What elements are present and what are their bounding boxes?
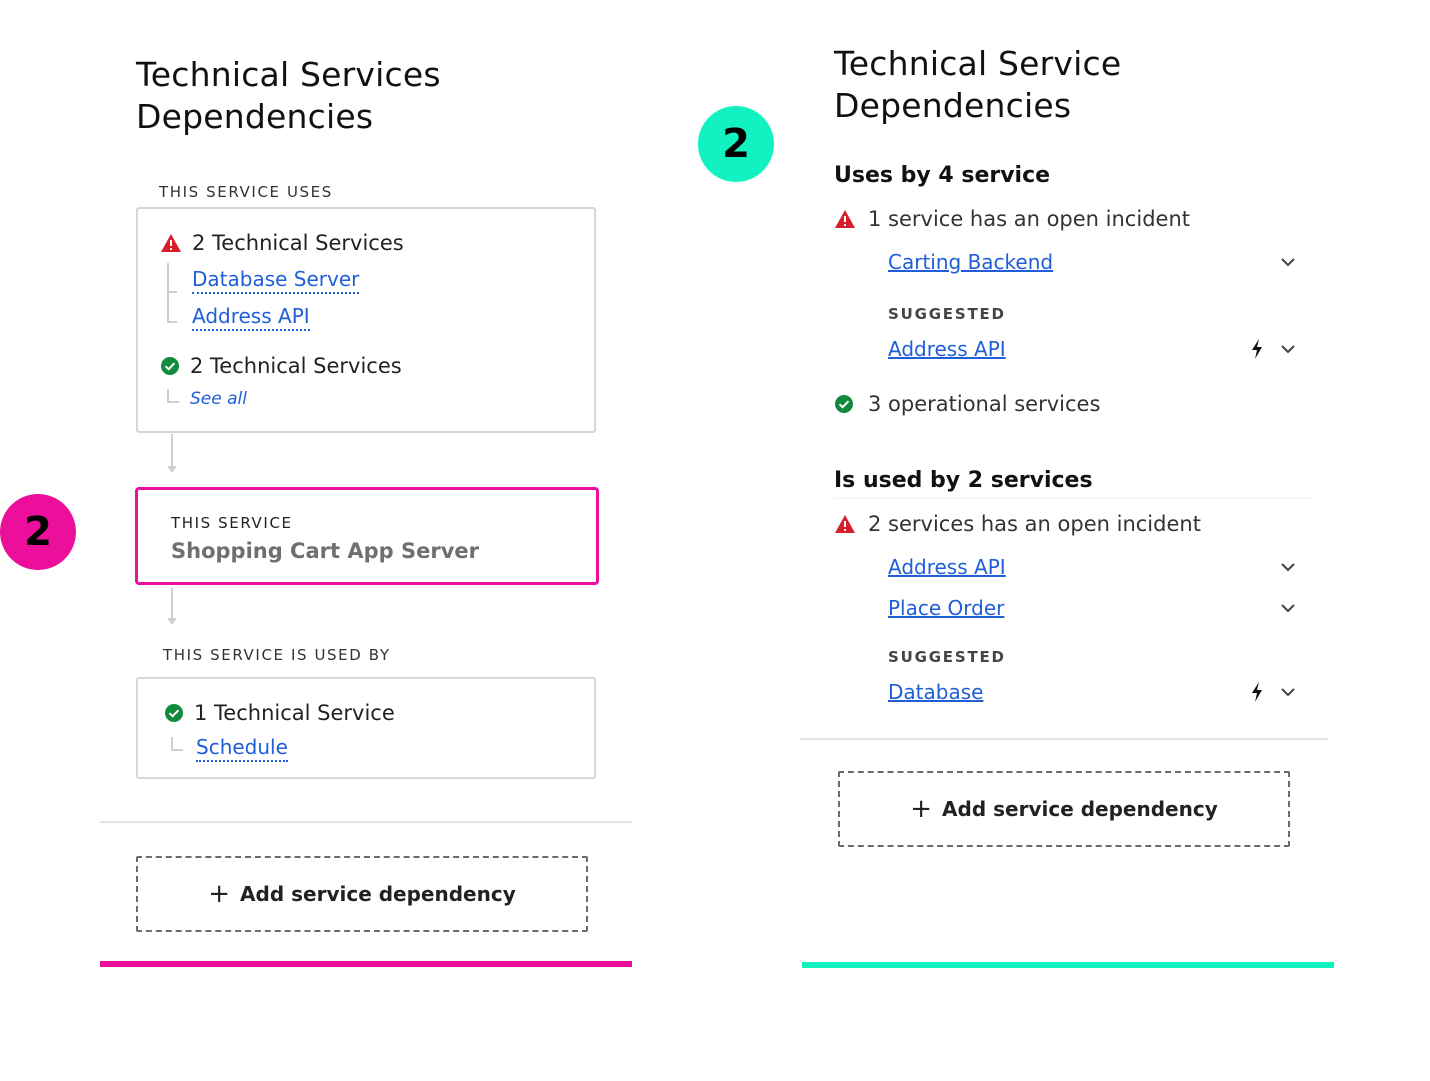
- dependency-row[interactable]: Carting Backend: [888, 250, 1298, 274]
- uses-incident-summary: 1 service has an open incident: [834, 207, 1190, 231]
- used-by-heading: Is used by 2 services: [834, 468, 1093, 493]
- used-by-incident-text: 2 services has an open incident: [868, 512, 1201, 536]
- warning-icon: [161, 234, 181, 252]
- chevron-down-icon[interactable]: [1278, 598, 1298, 618]
- used-by-box: 1 Technical Service Schedule: [136, 677, 596, 779]
- uses-group-operational: 2 Technical Services: [160, 354, 402, 378]
- lightning-icon: [1252, 339, 1262, 359]
- accent-bar: [100, 961, 632, 967]
- arrow-down-icon: [167, 618, 177, 625]
- left-badge-number: 2: [24, 509, 52, 555]
- right-annotation-badge: 2: [698, 106, 774, 182]
- left-title-line-2: Dependencies: [136, 97, 374, 136]
- uses-box: 2 Technical Services Database Server Add…: [136, 207, 596, 433]
- plus-icon: +: [910, 794, 933, 824]
- uses-group-incident: 2 Technical Services: [160, 231, 404, 255]
- right-title-line-1: Technical Service: [834, 44, 1122, 83]
- dependency-row[interactable]: Address API: [888, 555, 1298, 579]
- uses-incident-text: 1 service has an open incident: [868, 207, 1190, 231]
- tree-corner: [171, 737, 183, 751]
- suggested-row[interactable]: Address API: [888, 337, 1298, 361]
- divider: [800, 738, 1328, 740]
- link-database-server[interactable]: Database Server: [192, 267, 360, 294]
- chevron-down-icon[interactable]: [1278, 339, 1298, 359]
- uses-operational-summary: 3 operational services: [834, 392, 1100, 416]
- accent-bar: [802, 962, 1334, 968]
- uses-group-operational-label: 2 Technical Services: [190, 354, 402, 378]
- used-by-section-label: THIS SERVICE IS USED BY: [163, 646, 391, 664]
- arrow-down-icon: [167, 466, 177, 473]
- uses-section-label: THIS SERVICE USES: [159, 183, 333, 201]
- used-by-group-label: 1 Technical Service: [194, 701, 395, 725]
- check-circle-icon: [165, 704, 183, 722]
- used-by-incident-summary: 2 services has an open incident: [834, 512, 1201, 536]
- right-title-line-2: Dependencies: [834, 86, 1072, 125]
- uses-operational-text: 3 operational services: [868, 392, 1101, 416]
- check-circle-icon: [835, 395, 853, 413]
- check-circle-icon: [161, 357, 179, 375]
- lightning-icon: [1252, 682, 1262, 702]
- tree-corner: [167, 389, 179, 403]
- current-service-name: Shopping Cart App Server: [171, 539, 479, 563]
- chevron-down-icon[interactable]: [1278, 682, 1298, 702]
- divider: [100, 821, 632, 823]
- connector-line: [171, 434, 173, 468]
- link-address-api-suggested[interactable]: Address API: [888, 337, 1006, 361]
- suggested-row[interactable]: Database: [888, 680, 1298, 704]
- right-badge-number: 2: [722, 121, 750, 167]
- suggested-label: SUGGESTED: [888, 648, 1006, 666]
- current-service-label: THIS SERVICE: [171, 514, 293, 532]
- left-panel-title: Technical Services Dependencies: [136, 54, 441, 138]
- left-title-line-1: Technical Services: [136, 55, 441, 94]
- link-place-order[interactable]: Place Order: [888, 596, 1004, 620]
- link-address-api[interactable]: Address API: [192, 304, 310, 331]
- connector-line: [171, 588, 173, 620]
- add-service-dependency-label: Add service dependency: [942, 797, 1218, 821]
- add-service-dependency-button[interactable]: + Add service dependency: [838, 771, 1290, 847]
- warning-icon: [835, 515, 855, 533]
- used-by-group: 1 Technical Service: [164, 701, 395, 725]
- add-service-dependency-label: Add service dependency: [240, 882, 516, 906]
- warning-icon: [835, 210, 855, 228]
- dependency-row[interactable]: Place Order: [888, 596, 1298, 620]
- add-service-dependency-button[interactable]: + Add service dependency: [136, 856, 588, 932]
- right-panel-title: Technical Service Dependencies: [834, 43, 1121, 127]
- suggested-label: SUGGESTED: [888, 305, 1006, 323]
- link-address-api-used-by[interactable]: Address API: [888, 555, 1006, 579]
- see-all-link[interactable]: See all: [190, 389, 247, 409]
- current-service-box: THIS SERVICE Shopping Cart App Server: [135, 487, 599, 585]
- tree-branch: [167, 321, 177, 323]
- uses-group-incident-label: 2 Technical Services: [192, 231, 404, 255]
- chevron-down-icon[interactable]: [1278, 557, 1298, 577]
- tree-branch: [167, 291, 177, 293]
- uses-heading: Uses by 4 service: [834, 163, 1051, 188]
- section-divider: [834, 498, 1314, 499]
- link-database[interactable]: Database: [888, 680, 983, 704]
- plus-icon: +: [208, 879, 231, 909]
- link-schedule[interactable]: Schedule: [196, 735, 288, 762]
- link-carting-backend[interactable]: Carting Backend: [888, 250, 1053, 274]
- left-annotation-badge: 2: [0, 494, 76, 570]
- chevron-down-icon[interactable]: [1278, 252, 1298, 272]
